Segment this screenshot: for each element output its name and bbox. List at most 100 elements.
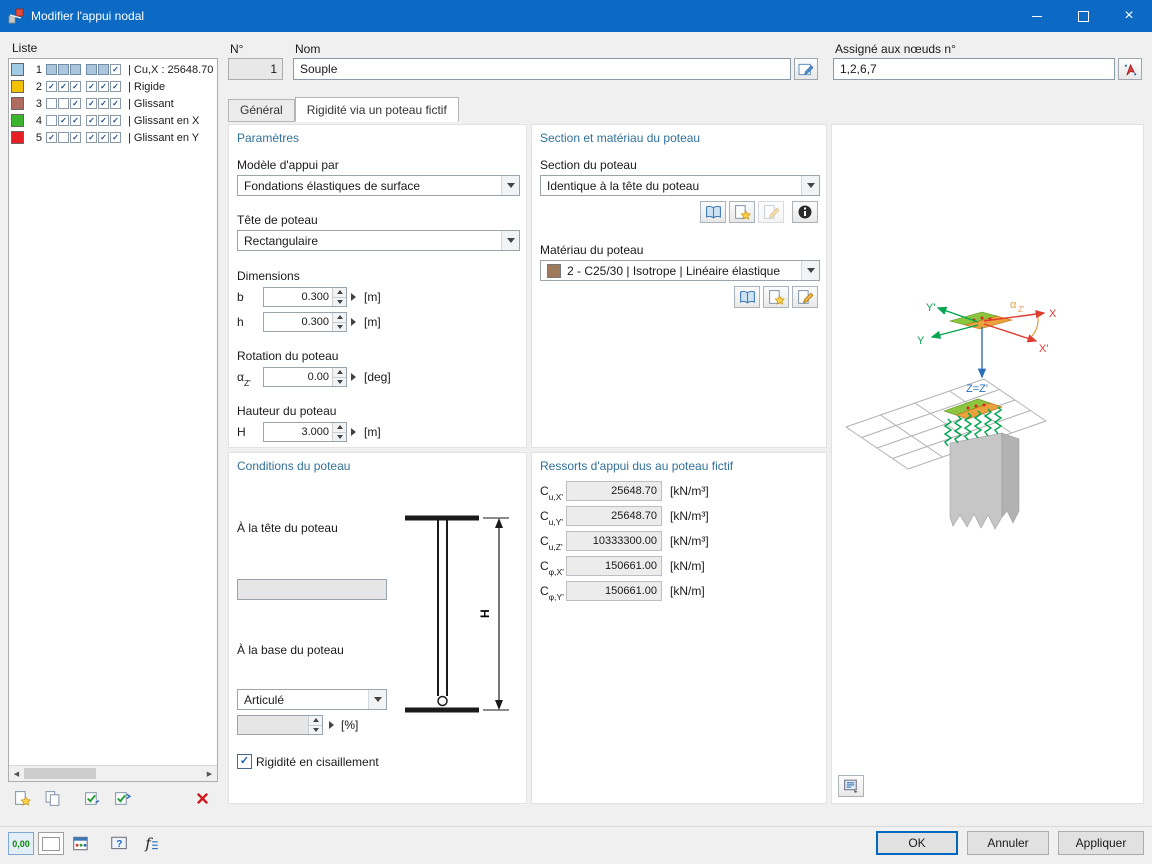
column-section-combo[interactable]: Identique à la tête du poteau — [540, 175, 820, 196]
column-head-combo[interactable]: Rectangulaire — [237, 230, 520, 251]
preview-3d-panel: Y' Y X X' Z=Z' α Z' — [831, 124, 1144, 804]
edit-name-button[interactable] — [794, 58, 818, 80]
support-color-swatch — [11, 131, 24, 144]
rotation-angle-sub: Z' — [1018, 305, 1025, 314]
support-number: 3 — [29, 98, 42, 110]
chevron-down-icon[interactable] — [801, 261, 819, 280]
unit-label: [kN/m³] — [670, 484, 709, 498]
scroll-right-arrow[interactable]: ▶ — [202, 770, 217, 778]
column-material-label: Matériau du poteau — [540, 243, 643, 257]
material-library-button[interactable] — [734, 286, 760, 308]
material-new-button[interactable] — [763, 286, 789, 308]
support-list-item[interactable]: 5 ✓✓✓✓✓ | Glissant en Y — [9, 129, 217, 146]
support-number: 4 — [29, 115, 42, 127]
new-support-button[interactable] — [10, 787, 34, 809]
list-horizontal-scrollbar[interactable]: ◀ ▶ — [9, 765, 217, 781]
library-book-icon — [739, 290, 756, 305]
background-color-button[interactable] — [38, 832, 64, 855]
edit-pencil-icon — [763, 204, 780, 221]
column-height-input[interactable]: 3.000 — [263, 422, 347, 442]
shear-stiffness-checkbox[interactable]: ✓ — [237, 754, 252, 769]
dof-mark: ✓ — [86, 115, 97, 126]
dim-h-input[interactable]: 0.300 — [263, 312, 347, 332]
number-label: N° — [230, 42, 243, 56]
column-base-label: À la base du poteau — [237, 643, 344, 657]
dof-mark: ✓ — [58, 81, 69, 92]
dof-mark: ✓ — [110, 64, 121, 75]
maximize-button[interactable] — [1060, 0, 1106, 32]
scroll-left-arrow[interactable]: ◀ — [9, 770, 24, 778]
dof-mark-group: ✓✓✓ — [86, 115, 122, 126]
dim-b-symbol: b — [237, 290, 244, 306]
section-info-button[interactable] — [792, 201, 818, 223]
axis-label-x: X — [1049, 308, 1057, 320]
axes-triad — [932, 308, 1044, 377]
dim-b-input[interactable]: 0.300 — [263, 287, 347, 307]
help-button[interactable]: ? — [106, 832, 132, 855]
spinner-arrows[interactable] — [332, 313, 346, 331]
support-color-swatch — [11, 63, 24, 76]
spinner-arrows[interactable] — [332, 423, 346, 441]
close-button[interactable]: × — [1106, 0, 1152, 32]
cancel-button[interactable]: Annuler — [967, 831, 1049, 855]
tab-rigidity-fictitious-column[interactable]: Rigidité via un poteau fictif — [295, 97, 459, 122]
section-library-button[interactable] — [700, 201, 726, 223]
support-list-item[interactable]: 4 ✓✓✓✓✓ | Glissant en X — [9, 112, 217, 129]
support-dof-marks: ✓✓✓✓✓ — [46, 115, 126, 126]
support-color-swatch — [11, 97, 24, 110]
chevron-down-icon[interactable] — [501, 176, 519, 195]
chevron-down-icon[interactable] — [801, 176, 819, 195]
copy-support-button[interactable] — [40, 787, 64, 809]
apply-button[interactable]: Appliquer — [1058, 831, 1144, 855]
column-scheme-diagram: H — [391, 508, 521, 733]
select-nodes-button[interactable] — [1118, 58, 1142, 80]
delete-support-button[interactable] — [190, 787, 214, 809]
display-settings-button[interactable] — [68, 832, 94, 855]
dof-mark: ✓ — [98, 81, 109, 92]
support-number: 1 — [29, 64, 42, 76]
chevron-down-icon[interactable] — [368, 690, 386, 709]
spinner-arrows[interactable] — [332, 288, 346, 306]
height-symbol: H — [237, 425, 246, 441]
options-arrow-icon[interactable] — [351, 373, 356, 381]
chevron-down-icon[interactable] — [501, 231, 519, 250]
support-3d-preview[interactable]: Y' Y X X' Z=Z' α Z' — [832, 125, 1143, 803]
support-model-combo[interactable]: Fondations élastiques de surface — [237, 175, 520, 196]
support-list-item[interactable]: 2 ✓✓✓✓✓✓ | Rigide — [9, 78, 217, 95]
section-material-header: Section et matériau du poteau — [540, 131, 700, 145]
dof-mark — [58, 98, 69, 109]
support-list-item[interactable]: 3 ✓✓✓✓ | Glissant — [9, 95, 217, 112]
minimize-button[interactable] — [1014, 0, 1060, 32]
support-list-item[interactable]: 1 ✓ | Cu,X : 25648.70 kN — [9, 61, 217, 78]
column-section-value: Identique à la tête du poteau — [547, 179, 801, 193]
dof-mark-group — [46, 64, 82, 75]
options-arrow-icon[interactable] — [351, 318, 356, 326]
options-arrow-icon[interactable] — [351, 428, 356, 436]
support-label: | Glissant en Y — [128, 132, 199, 144]
decimal-places-button[interactable]: 0,00 — [8, 832, 34, 855]
section-new-button[interactable] — [729, 201, 755, 223]
name-input[interactable]: Souple — [293, 58, 791, 80]
display-properties-button[interactable] — [838, 775, 864, 797]
dof-mark — [58, 64, 69, 75]
assigned-nodes-input[interactable]: 1,2,6,7 — [833, 58, 1115, 80]
rotation-input[interactable]: 0.00 — [263, 367, 347, 387]
scroll-thumb[interactable] — [24, 768, 96, 779]
rotation-angle-label: α — [1010, 299, 1017, 311]
tab-general[interactable]: Général — [228, 99, 295, 122]
spinner-arrows[interactable] — [332, 368, 346, 386]
options-arrow-icon[interactable] — [351, 293, 356, 301]
support-label: | Glissant — [128, 98, 174, 110]
material-edit-button[interactable] — [792, 286, 818, 308]
app-icon — [8, 8, 24, 24]
name-label: Nom — [295, 42, 320, 56]
apply-check-button[interactable] — [80, 787, 104, 809]
ok-button[interactable]: OK — [876, 831, 958, 855]
column-base-combo[interactable]: Articulé — [237, 689, 387, 710]
function-editor-button[interactable]: f — [138, 832, 164, 855]
renumber-button[interactable] — [110, 787, 134, 809]
column-height-label: Hauteur du poteau — [237, 404, 336, 418]
dof-mark: ✓ — [70, 81, 81, 92]
column-material-combo[interactable]: 2 - C25/30 | Isotrope | Linéaire élastiq… — [540, 260, 820, 281]
spring-symbol: Cu,Y' — [540, 509, 563, 525]
